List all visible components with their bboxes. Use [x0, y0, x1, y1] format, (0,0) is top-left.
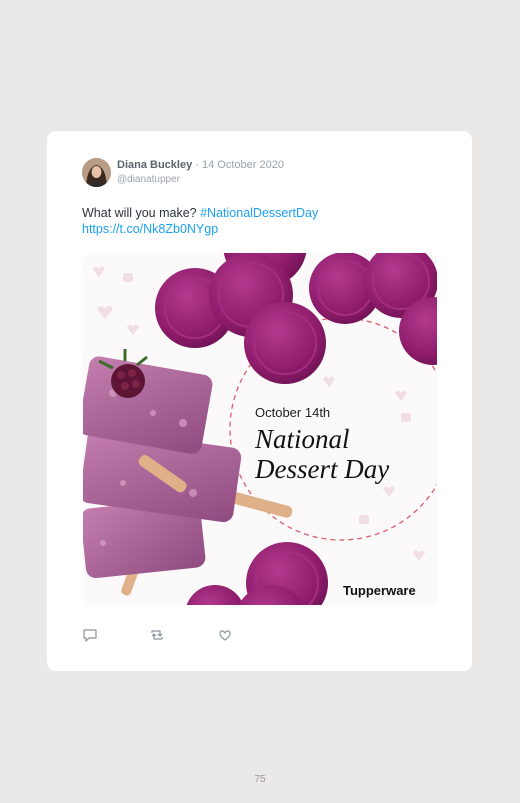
- tweet-body: What will you make?: [82, 206, 197, 220]
- page-number: 75: [254, 774, 266, 785]
- like-icon[interactable]: [217, 627, 233, 643]
- separator: ·: [195, 159, 199, 171]
- retweet-icon[interactable]: [149, 627, 165, 643]
- tweet-media-image[interactable]: October 14th National Dessert Day Tupper…: [83, 253, 437, 605]
- tweet-card: Diana Buckley · 14 October 2020 @dianatu…: [47, 131, 472, 671]
- hashtag-link[interactable]: #NationalDessertDay: [200, 206, 318, 220]
- event-date: October 14th: [255, 405, 330, 420]
- author-name[interactable]: Diana Buckley: [117, 159, 192, 171]
- author-line: Diana Buckley · 14 October 2020: [117, 159, 284, 171]
- tupperware-logo: Tupperware: [343, 583, 416, 598]
- avatar[interactable]: [82, 158, 111, 187]
- reply-icon[interactable]: [82, 627, 98, 643]
- author-handle[interactable]: @dianatupper: [117, 174, 180, 185]
- event-title-line1: National: [254, 424, 350, 454]
- tweet-text: What will you make? #NationalDessertDay …: [82, 205, 318, 237]
- tweet-url[interactable]: https://t.co/Nk8Zb0NYgp: [82, 222, 218, 236]
- tweet-date[interactable]: 14 October 2020: [202, 159, 284, 171]
- event-title-line2: Dessert Day: [254, 454, 389, 484]
